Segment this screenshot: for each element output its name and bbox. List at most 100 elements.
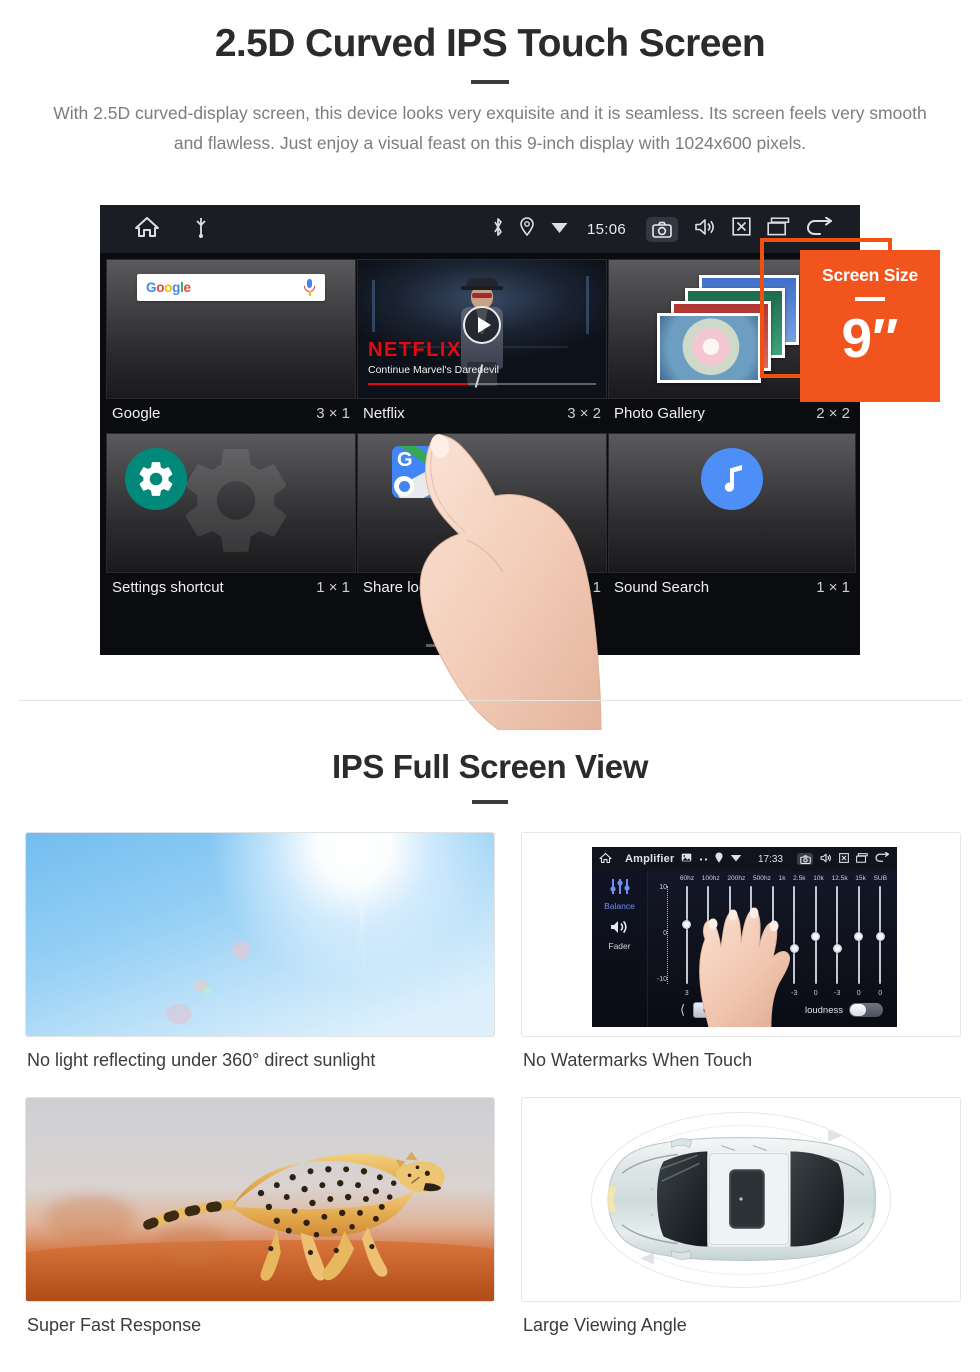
volume-icon[interactable] [694,218,716,241]
widget-size: 1 × 1 [316,579,350,596]
music-note-icon[interactable] [701,448,763,510]
badge-divider [855,297,885,301]
equalizer-band-labels: 60hz 100hz 200hz 500hz 1k 2.5k 10k 12.5k… [650,875,891,882]
band-label: 2.5k [793,875,806,882]
section2-divider [472,800,508,804]
balance-icon[interactable] [609,879,631,899]
widget-size: 3 × 1 [316,405,350,422]
widget-size: 3 × 2 [567,405,601,422]
eq-slider[interactable] [870,882,892,990]
feature-card-grid: No light reflecting under 360° direct su… [25,832,980,1336]
y-axis-tick: 10 [659,884,667,891]
status-bar: 15:06 [100,205,860,253]
location-icon [520,217,534,241]
fader-label[interactable]: Fader [592,941,647,951]
google-search-bar[interactable]: Google [137,274,325,301]
widget-cell-netflix[interactable]: NETFLIX Continue Marvel's Daredevil Netf… [357,259,607,432]
amplifier-side-nav: Balance Fader [592,871,648,1027]
dots-icon [699,854,708,865]
band-label: 10k [813,875,824,882]
widget-cell-share-location[interactable]: G Share location 1 × 1 [357,433,607,606]
settings-shortcut-widget[interactable] [106,433,356,573]
fader-icon[interactable] [592,919,647,940]
badge-label: Screen Size [821,265,919,285]
widget-size: 1 × 1 [567,579,601,596]
car-top-view-illustration [521,1097,961,1302]
band-label: 200hz [727,875,746,882]
eq-value: 0 [856,990,861,997]
close-icon[interactable] [732,217,751,241]
bluetooth-icon [492,217,504,242]
card-caption: Super Fast Response [27,1315,202,1335]
camera-icon[interactable] [646,216,678,242]
band-label: 1k [778,875,786,882]
previous-preset-icon[interactable]: ⟨ [680,1002,685,1018]
camera-icon[interactable] [797,853,813,865]
google-maps-icon[interactable]: G [392,446,444,498]
sound-search-widget[interactable] [608,433,856,573]
amplifier-title: Amplifier [625,853,675,865]
page-title: 2.5D Curved IPS Touch Screen [214,22,766,65]
eq-value: -3 [834,990,841,997]
progress-bar [368,382,596,385]
page-dot-1[interactable] [426,644,454,647]
page-indicator[interactable] [100,644,860,647]
ips-full-screen-section: IPS Full Screen View No light reflecting… [0,700,980,1336]
page-dot-3-active[interactable] [506,644,534,647]
widget-cell-sound-search[interactable]: Sound Search 1 × 1 [608,433,856,606]
play-icon[interactable] [463,306,501,344]
share-location-widget[interactable]: G [357,433,607,573]
location-icon [715,852,723,866]
status-time: 15:06 [586,220,626,238]
eq-slider[interactable] [827,882,849,990]
eq-value: 0 [878,990,883,997]
band-label: 12.5k [831,875,848,882]
widget-size: 1 × 1 [816,579,850,596]
y-axis-tick: -10 [656,976,667,983]
volume-icon[interactable] [820,853,832,866]
sunlight-sky-photo [25,832,495,1037]
google-search-widget[interactable]: Google [106,259,356,399]
netflix-widget[interactable]: NETFLIX Continue Marvel's Daredevil [357,259,607,399]
open-hand-overlay [699,907,791,1027]
netflix-caption: Continue Marvel's Daredevil [368,364,499,376]
gear-watermark-icon [172,437,300,570]
widget-label: Photo Gallery [614,405,705,422]
page-subtitle: With 2.5D curved-display screen, this de… [53,102,927,153]
widget-label: Settings shortcut [112,579,224,596]
microphone-icon[interactable] [303,279,316,296]
feature-card-cheetah: Super Fast Response [25,1097,495,1336]
feature-card-car: Large Viewing Angle [521,1097,961,1336]
band-label: 500hz [752,875,771,882]
widget-label: Google [112,405,161,422]
wifi-icon [550,219,569,239]
badge-value: 9″ [841,306,899,369]
eq-slider[interactable] [848,882,870,990]
curved-ips-section: 2.5D Curved IPS Touch Screen With 2.5D c… [0,0,980,730]
title-divider [471,79,509,84]
amplifier-status-bar: Amplifier 17:33 [592,847,897,871]
gallery-icon [681,853,692,865]
section2-title: IPS Full Screen View [331,748,649,785]
widget-label: Sound Search [614,579,710,596]
home-icon[interactable] [599,852,612,867]
balance-label[interactable]: Balance [592,901,647,911]
gear-icon[interactable] [125,448,187,510]
home-icon[interactable] [134,215,160,244]
widget-cell-google[interactable]: Google Google 3 × 1 [106,259,356,432]
page-dot-2[interactable] [466,644,494,647]
loudness-toggle[interactable] [849,1003,883,1017]
close-icon[interactable] [839,852,849,866]
band-label: 100hz [701,875,720,882]
recents-icon[interactable] [856,852,868,866]
netflix-logo: NETFLIX [368,339,462,361]
amplifier-equalizer-screen: Amplifier 17:33 Balance Fader 60hz 100hz… [521,832,961,1037]
widget-label: Netflix [363,405,405,422]
band-label: 15k [855,875,866,882]
back-icon[interactable] [875,851,890,866]
screen-size-badge: Screen Size 9″ [760,238,940,410]
equalizer-y-axis: 10 0 -10 [650,882,676,990]
usb-icon[interactable] [194,216,208,243]
widget-cell-settings[interactable]: Settings shortcut 1 × 1 [106,433,356,606]
feature-card-sunlight: No light reflecting under 360° direct su… [25,832,495,1071]
